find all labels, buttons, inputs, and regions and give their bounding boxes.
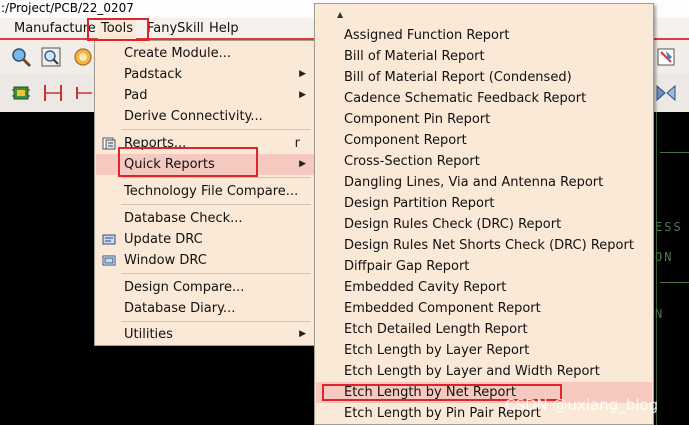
pcb-label: ESS (655, 220, 683, 234)
submenu-arrow-icon: ▶ (299, 90, 306, 100)
menu-item-label: Database Check... (124, 211, 243, 226)
watermark: CSDN @uxiang_blog (505, 396, 659, 414)
report-item-label: Etch Length by Layer and Width Report (344, 364, 600, 379)
measure-icon[interactable] (74, 82, 96, 104)
report-item-label: Assigned Function Report (344, 28, 510, 43)
report-item[interactable]: Bill of Material Report (316, 46, 652, 67)
report-item-label: Bill of Material Report (344, 49, 485, 64)
menu-item-quick-reports[interactable]: Quick Reports ▶ (96, 154, 314, 175)
submenu-arrow-icon: ▶ (299, 159, 306, 169)
report-item-label: Etch Length by Net Report (344, 385, 516, 400)
menu-item-label: Technology File Compare... (124, 184, 299, 199)
report-item-label: Etch Length by Layer Report (344, 343, 530, 358)
dimension-icon[interactable] (42, 82, 64, 104)
menu-item-label: Database Diary... (124, 301, 236, 316)
menu-separator (121, 321, 311, 322)
pcb-trace (660, 152, 689, 153)
pcb-trace (660, 282, 689, 283)
menu-item-shortcut: r (294, 136, 300, 151)
report-item[interactable]: Cadence Schematic Feedback Report (316, 88, 652, 109)
menu-item-window-drc[interactable]: Window DRC (96, 250, 314, 271)
menu-item-design-compare[interactable]: Design Compare... (96, 277, 314, 298)
menu-item-label: Create Module... (124, 46, 231, 61)
report-item-label: Etch Detailed Length Report (344, 322, 528, 337)
scroll-up-icon[interactable]: ▲ (337, 10, 343, 19)
report-item-label: Component Pin Report (344, 112, 491, 127)
menu-item-label: Derive Connectivity... (124, 109, 263, 124)
menu-fanyskill[interactable]: FanySkill (144, 19, 207, 39)
menu-item-label: Padstack (124, 67, 182, 82)
zoom-previous-icon[interactable] (72, 46, 94, 68)
menu-item-label: Design Compare... (124, 280, 245, 295)
report-item-label: Design Rules Check (DRC) Report (344, 217, 562, 232)
quick-reports-submenu: ▲ Assigned Function Report Bill of Mater… (314, 3, 654, 425)
report-item[interactable]: Design Rules Check (DRC) Report (316, 214, 652, 235)
menu-item-utilities[interactable]: Utilities ▶ (96, 324, 314, 345)
zoom-icon[interactable] (10, 46, 32, 68)
report-item[interactable]: Assigned Function Report (316, 25, 652, 46)
menu-item-label: Utilities (124, 327, 173, 342)
menu-item-reports[interactable]: Reports... r (96, 133, 314, 154)
report-item-label: Design Rules Net Shorts Check (DRC) Repo… (344, 238, 634, 253)
report-item[interactable]: Cross-Section Report (316, 151, 652, 172)
pcb-trace (656, 112, 657, 425)
report-item-label: Component Report (344, 133, 467, 148)
menu-item-label: Window DRC (124, 253, 207, 268)
report-item-label: Cadence Schematic Feedback Report (344, 91, 587, 106)
menu-item-label: Pad (124, 88, 148, 103)
report-item[interactable]: Etch Length by Layer and Width Report (316, 361, 652, 382)
report-item[interactable]: Dangling Lines, Via and Antenna Report (316, 172, 652, 193)
report-item[interactable]: Component Report (316, 130, 652, 151)
zoom-fit-icon[interactable] (40, 46, 62, 68)
menu-item-padstack[interactable]: Padstack ▶ (96, 64, 314, 85)
report-item[interactable]: Etch Length by Layer Report (316, 340, 652, 361)
menu-item-update-drc[interactable]: Update DRC (96, 229, 314, 250)
menu-item-create-module[interactable]: Create Module... (96, 43, 314, 64)
tools-menu: Create Module... Padstack ▶ Pad ▶ Derive C… (94, 40, 316, 346)
menu-item-label: Reports... (124, 136, 187, 151)
menu-item-pad[interactable]: Pad ▶ (96, 85, 314, 106)
toolbar-right-icon[interactable] (655, 46, 677, 68)
menu-item-technology-file-compare[interactable]: Technology File Compare... (96, 181, 314, 202)
menu-separator (121, 129, 311, 130)
flip-icon[interactable] (655, 82, 677, 104)
report-item-label: Design Partition Report (344, 196, 495, 211)
submenu-arrow-icon: ▶ (299, 329, 306, 339)
report-item[interactable]: Embedded Component Report (316, 298, 652, 319)
pcb-label: ON (655, 250, 674, 264)
menu-help[interactable]: Help (206, 19, 242, 39)
report-item[interactable]: Bill of Material Report (Condensed) (316, 67, 652, 88)
menu-tools[interactable]: Tools (98, 19, 137, 39)
menu-manufacture[interactable]: Manufacture (11, 19, 99, 39)
report-item[interactable]: Component Pin Report (316, 109, 652, 130)
window-drc-icon (102, 255, 116, 266)
report-item[interactable]: Design Partition Report (316, 193, 652, 214)
report-item[interactable]: Design Rules Net Shorts Check (DRC) Repo… (316, 235, 652, 256)
menu-separator (121, 273, 311, 274)
report-item[interactable]: Etch Detailed Length Report (316, 319, 652, 340)
reports-icon (102, 137, 116, 150)
report-item-label: Embedded Component Report (344, 301, 541, 316)
menu-item-database-check[interactable]: Database Check... (96, 208, 314, 229)
component-icon[interactable] (10, 82, 32, 104)
report-item[interactable]: Embedded Cavity Report (316, 277, 652, 298)
report-item-label: Bill of Material Report (Condensed) (344, 70, 572, 85)
menu-item-derive-connectivity[interactable]: Derive Connectivity... (96, 106, 314, 127)
pcb-label: N (655, 307, 665, 321)
menu-separator (121, 204, 311, 205)
report-item-label: Cross-Section Report (344, 154, 480, 169)
menu-item-label: Quick Reports (124, 157, 215, 172)
update-drc-icon (102, 234, 116, 245)
report-item-label: Embedded Cavity Report (344, 280, 507, 295)
report-item[interactable]: Diffpair Gap Report (316, 256, 652, 277)
submenu-arrow-icon: ▶ (299, 69, 306, 79)
menu-item-label: Update DRC (124, 232, 203, 247)
report-item-label: Diffpair Gap Report (344, 259, 470, 274)
menu-item-database-diary[interactable]: Database Diary... (96, 298, 314, 319)
menu-separator (121, 177, 311, 178)
report-item-label: Dangling Lines, Via and Antenna Report (344, 175, 604, 190)
